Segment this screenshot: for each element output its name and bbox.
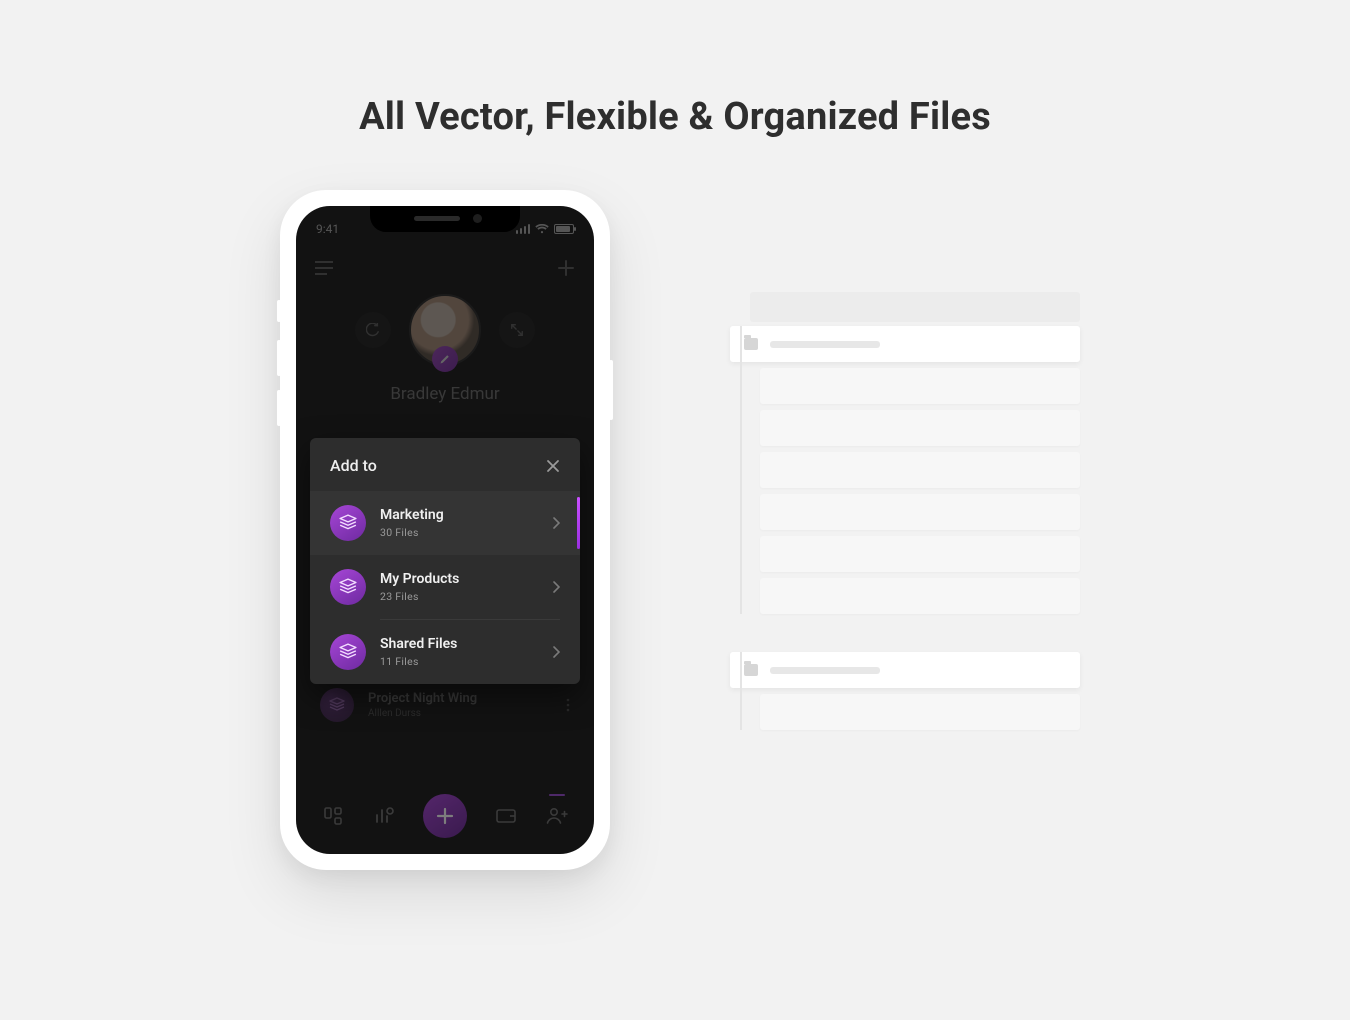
folder-title: My Products: [380, 571, 459, 587]
layer-folder-row[interactable]: [730, 652, 1080, 688]
pencil-icon: [439, 353, 451, 365]
folder-option[interactable]: Shared Files 11 Files: [310, 620, 580, 684]
folder-subtitle: 23 Files: [380, 590, 459, 603]
layer-row[interactable]: [760, 452, 1080, 488]
stack-icon: [330, 634, 366, 670]
edit-avatar-button[interactable]: [432, 346, 458, 372]
folder-row-bg[interactable]: Project Night Wing Alllen Durss: [316, 678, 574, 732]
stack-icon: [330, 505, 366, 541]
nav-active-indicator: [549, 794, 565, 796]
expand-icon: [510, 323, 524, 337]
nav-analytics-icon[interactable]: [372, 804, 396, 828]
nav-add-button[interactable]: [423, 794, 467, 838]
add-to-modal: Add to Marketing 30 Files: [310, 438, 580, 684]
stack-icon: [320, 688, 354, 722]
layer-row[interactable]: [760, 368, 1080, 404]
layer-row[interactable]: [760, 494, 1080, 530]
modal-title: Add to: [330, 456, 377, 475]
close-icon: [546, 459, 560, 473]
folder-icon: [744, 338, 758, 350]
layer-folder-row[interactable]: [730, 326, 1080, 362]
folder-subtitle: 11 Files: [380, 655, 457, 668]
layer-name-placeholder: [770, 341, 880, 348]
page-headline: All Vector, Flexible & Organized Files: [0, 95, 1350, 139]
layer-row[interactable]: [760, 410, 1080, 446]
close-button[interactable]: [546, 459, 560, 473]
expand-button[interactable]: [499, 312, 535, 348]
nav-profile-icon[interactable]: [545, 804, 569, 828]
nav-wallet-icon[interactable]: [494, 804, 518, 828]
plus-icon: [436, 807, 454, 825]
status-time: 9:41: [316, 222, 339, 236]
folder-title: Marketing: [380, 507, 444, 523]
layer-row[interactable]: [760, 536, 1080, 572]
folder-option[interactable]: My Products 23 Files: [310, 555, 580, 619]
folder-title: Project Night Wing: [368, 691, 477, 706]
phone-mute-switch: [277, 300, 281, 322]
chevron-right-icon: [553, 517, 560, 529]
layers-header-placeholder: [750, 292, 1080, 322]
phone-volume-down: [277, 390, 281, 426]
profile-username: Bradley Edmur: [296, 384, 594, 404]
nav-dashboard-icon[interactable]: [321, 804, 345, 828]
stack-icon: [330, 569, 366, 605]
layers-panel-wireframe: [720, 292, 1080, 748]
folder-subtitle: Alllen Durss: [368, 708, 477, 719]
more-icon[interactable]: [566, 698, 570, 712]
add-icon[interactable]: [556, 258, 576, 278]
signal-icon: [516, 224, 531, 234]
refresh-button[interactable]: [355, 312, 391, 348]
wifi-icon: [535, 224, 549, 234]
battery-icon: [554, 224, 574, 234]
phone-notch: [370, 206, 520, 232]
phone-screen: 9:41: [296, 206, 594, 854]
chevron-right-icon: [553, 581, 560, 593]
refresh-icon: [366, 323, 380, 337]
folder-option[interactable]: Marketing 30 Files: [310, 491, 580, 555]
layer-group: [720, 326, 1080, 614]
layer-name-placeholder: [770, 667, 880, 674]
chevron-right-icon: [553, 646, 560, 658]
phone-mockup: 9:41: [280, 190, 610, 870]
bottom-nav: [296, 786, 594, 846]
folder-subtitle: 30 Files: [380, 526, 444, 539]
phone-power-button: [609, 360, 613, 420]
layer-row[interactable]: [760, 578, 1080, 614]
folder-icon: [744, 664, 758, 676]
folder-title: Shared Files: [380, 636, 457, 652]
layer-group: [720, 652, 1080, 730]
menu-icon[interactable]: [314, 258, 334, 278]
layer-row[interactable]: [760, 694, 1080, 730]
phone-volume-up: [277, 340, 281, 376]
avatar[interactable]: [409, 294, 481, 366]
